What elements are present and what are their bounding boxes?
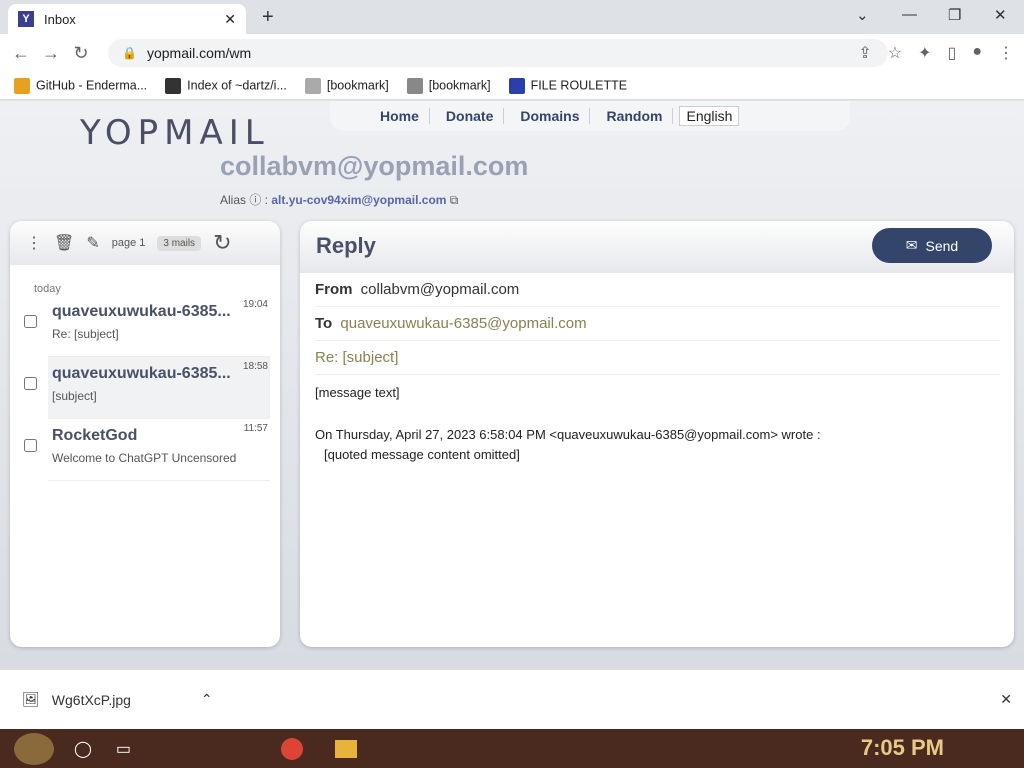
bookmark-3[interactable]: [bookmark]: [304, 77, 389, 94]
lock-icon: 🔒: [122, 46, 137, 60]
sidepanel-icon[interactable]: ▯: [948, 43, 957, 63]
top-menu: Home Donate Domains Random English: [330, 101, 850, 131]
menu-donate[interactable]: Donate: [436, 108, 505, 124]
send-button[interactable]: ✉ Send: [872, 228, 992, 263]
folder-icon[interactable]: [335, 739, 358, 758]
url-text: yopmail.com/wm: [146, 45, 252, 61]
compose-icon[interactable]: ✎: [86, 233, 99, 253]
mailbox-address: collabvm@yopmail.com: [220, 151, 529, 181]
list-item[interactable]: quaveuxuwukau-6385... Re: [subject] 19:0…: [24, 295, 270, 357]
menu-random[interactable]: Random: [596, 108, 674, 124]
trash-icon[interactable]: 🗑: [54, 233, 74, 253]
bookmark-4[interactable]: [bookmark]: [406, 77, 491, 94]
list-item[interactable]: RocketGod Welcome to ChatGPT Uncensored …: [24, 419, 270, 481]
task-view-icon[interactable]: ▭: [116, 739, 131, 759]
alias-value[interactable]: alt.yu-cov94xim@yopmail.com: [271, 193, 446, 207]
to-field[interactable]: To quaveuxuwukau-6385@yopmail.com: [315, 307, 1000, 341]
mail-count: 3 mails: [157, 235, 202, 251]
file-icon: 🖼: [22, 691, 40, 707]
close-tab-icon[interactable]: ✕: [224, 11, 236, 28]
search-icon[interactable]: ◯: [74, 739, 92, 759]
new-tab-button[interactable]: +: [262, 6, 274, 29]
extensions-icon[interactable]: ✦: [918, 43, 931, 63]
url-input[interactable]: 🔒 yopmail.com/wm: [108, 39, 888, 67]
yopmail-page: YOPMAIL Home Donate Domains Random Engli…: [0, 101, 1024, 669]
restore-button[interactable]: ❐: [948, 6, 961, 24]
download-item[interactable]: Wg6tXcP.jpg: [52, 692, 131, 708]
star-icon[interactable]: ☆: [888, 43, 902, 63]
taskbar: ◯ ▭ 7:05 PM: [0, 729, 1024, 768]
minimize-button[interactable]: —: [902, 6, 917, 23]
inbox-toolbar: ⋮ 🗑 ✎ page 1 3 mails ↻: [10, 221, 280, 265]
tab-title: Inbox: [44, 11, 76, 27]
back-icon[interactable]: ←: [6, 43, 36, 64]
yopmail-icon: Y: [18, 11, 34, 27]
profile-icon[interactable]: ●: [972, 43, 982, 63]
reply-panel: Reply ✉ Send From collabvm@yopmail.com To…: [300, 221, 1014, 647]
download-bar: 🖼 Wg6tXcP.jpg ⌃ ✕: [0, 669, 1024, 729]
mail-checkbox[interactable]: [24, 377, 37, 390]
bookmark-5[interactable]: FILE ROULETTE: [508, 77, 627, 94]
menu-home[interactable]: Home: [370, 108, 430, 124]
mail-checkbox[interactable]: [24, 315, 37, 328]
page-indicator: page 1: [111, 237, 146, 249]
inbox-panel: ⋮ 🗑 ✎ page 1 3 mails ↻ today quaveuxuwuk…: [10, 221, 280, 647]
forward-icon[interactable]: →: [36, 43, 66, 64]
from-row: From collabvm@yopmail.com: [315, 273, 1000, 307]
chevron-up-icon[interactable]: ⌃: [201, 691, 213, 708]
tab-inbox[interactable]: Y Inbox ✕: [8, 4, 246, 34]
bookmark-2[interactable]: Index of ~dartz/i...: [165, 77, 287, 94]
bookmarks-bar: GitHub - Enderma... Index of ~dartz/i...…: [0, 72, 1024, 100]
bookmark-1[interactable]: GitHub - Enderma...: [14, 77, 147, 94]
language-select[interactable]: English: [679, 106, 740, 126]
alias-line: Alias ⓘ : alt.yu-cov94xim@yopmail.com ⧉: [220, 193, 459, 207]
close-download-bar-icon[interactable]: ✕: [1000, 691, 1012, 708]
tab-strip: Y Inbox ✕ + ⌄ — ❐ ✕: [0, 0, 1024, 34]
address-bar: ← → ↻ 🔒 yopmail.com/wm ⇪ ☆ ✦ ▯ ● ⋮: [0, 34, 1024, 72]
start-button[interactable]: [14, 732, 54, 765]
tab-search-icon[interactable]: ⌄: [856, 6, 869, 24]
mail-checkbox[interactable]: [24, 439, 37, 452]
reply-title: Reply: [316, 233, 376, 258]
chrome-icon[interactable]: [281, 737, 304, 760]
subject-field[interactable]: Re: [subject]: [315, 341, 1000, 375]
refresh-icon[interactable]: ↻: [213, 230, 231, 256]
share-icon[interactable]: ⇪: [858, 43, 871, 63]
clock[interactable]: 7:05 PM: [861, 735, 944, 761]
yopmail-logo[interactable]: YOPMAIL: [80, 113, 270, 153]
list-item[interactable]: quaveuxuwukau-6385... [subject] 18:58: [24, 357, 270, 419]
reload-icon[interactable]: ↻: [66, 43, 96, 64]
menu-domains[interactable]: Domains: [510, 108, 591, 124]
close-window-button[interactable]: ✕: [994, 6, 1007, 24]
day-label: today: [34, 283, 61, 295]
more-icon[interactable]: ⋮: [26, 233, 42, 253]
message-body[interactable]: [message text] On Thursday, April 27, 20…: [315, 383, 999, 465]
envelope-icon: ✉: [905, 237, 918, 253]
menu-icon[interactable]: ⋮: [998, 43, 1014, 63]
